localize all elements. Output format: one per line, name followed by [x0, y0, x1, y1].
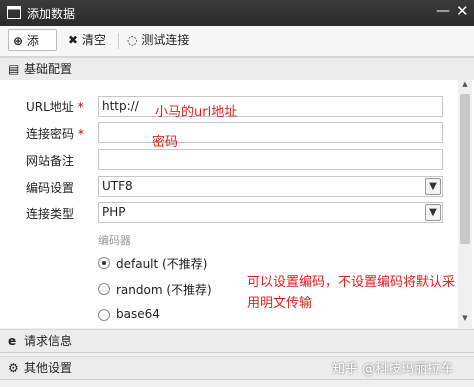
- section-request-title: 请求信息: [24, 334, 73, 348]
- url-label: URL地址 *: [26, 100, 84, 114]
- test-connection-label: 测试连接: [141, 33, 190, 47]
- url-input[interactable]: http://: [98, 96, 443, 117]
- encoding-select[interactable]: UTF8 ▼: [98, 176, 443, 197]
- type-select[interactable]: PHP ▼: [98, 202, 443, 223]
- encoder-annotation-line1: 可以设置编码，不设置编码将默认采: [247, 275, 456, 290]
- chevron-down-icon[interactable]: ▼: [425, 178, 441, 195]
- encoding-label: 编码设置: [26, 181, 75, 195]
- chevron-down-icon[interactable]: ▼: [425, 204, 441, 221]
- remark-label: 网站备注: [26, 154, 75, 168]
- scroll-thumb[interactable]: [460, 94, 470, 244]
- toolbar: ⊕ 添加 ✖ 清空 ◌ 测试连接: [0, 26, 474, 70]
- url-annotation: 小马的url地址: [155, 105, 238, 120]
- encoder-annotation-line2: 用明文传输: [247, 296, 313, 311]
- toolbar-divider: [118, 33, 119, 49]
- plus-circle-icon: ⊕: [13, 34, 24, 48]
- radio-random-label[interactable]: random (不推荐): [116, 281, 212, 298]
- clear-button[interactable]: ✖ 清空: [64, 29, 112, 51]
- password-input[interactable]: [98, 122, 443, 143]
- password-label: 连接密码 *: [26, 127, 84, 141]
- window-icon: [7, 6, 21, 19]
- window-title: 添加数据: [27, 7, 76, 21]
- radio-random[interactable]: [98, 283, 110, 295]
- section-basic-title: 基础配置: [24, 62, 73, 76]
- e-icon: e: [8, 334, 17, 348]
- close-button[interactable]: ✕: [456, 2, 469, 20]
- settings-icon: ⚙: [8, 361, 19, 375]
- document-icon: ▤: [8, 62, 20, 76]
- type-value: PHP: [102, 205, 126, 219]
- remark-input[interactable]: [98, 149, 443, 170]
- spinner-icon: ◌: [127, 33, 138, 47]
- section-basic-config[interactable]: ▤ 基础配置: [0, 57, 474, 81]
- radio-base64[interactable]: [98, 309, 110, 321]
- scroll-up-icon[interactable]: ▲: [458, 80, 472, 92]
- encoder-legend: 编码器: [98, 234, 131, 247]
- panel-scrollbar[interactable]: ▲ ▼: [458, 80, 472, 328]
- password-annotation: 密码: [152, 135, 179, 150]
- radio-base64-label[interactable]: base64: [116, 307, 160, 321]
- section-other-title: 其他设置: [24, 361, 73, 375]
- radio-default[interactable]: [98, 257, 110, 269]
- basic-config-panel: URL地址 * http:// 小马的url地址 连接密码 * 密码 网站备注 …: [0, 80, 474, 328]
- radio-default-label[interactable]: default (不推荐): [116, 255, 207, 272]
- test-connection-button[interactable]: ◌ 测试连接: [123, 29, 195, 51]
- clear-button-label: 清空: [81, 33, 106, 47]
- minimize-button[interactable]: —: [436, 3, 450, 19]
- type-label: 连接类型: [26, 207, 75, 221]
- scroll-down-icon[interactable]: ▼: [458, 314, 472, 326]
- add-button[interactable]: ⊕ 添加: [8, 29, 57, 70]
- section-request-info[interactable]: e 请求信息: [0, 329, 474, 353]
- x-icon: ✖: [68, 33, 79, 47]
- encoding-value: UTF8: [102, 179, 133, 193]
- window-titlebar: 添加数据 — ✕: [0, 0, 474, 26]
- watermark: 知乎 @科技玛丽拉车: [332, 362, 454, 377]
